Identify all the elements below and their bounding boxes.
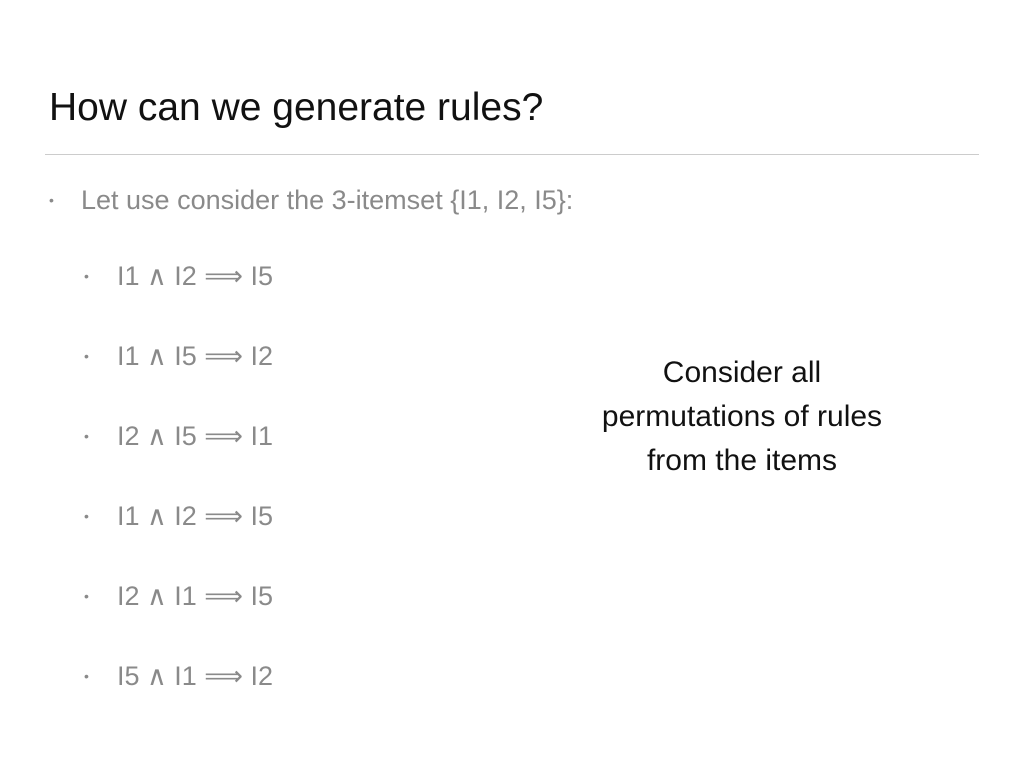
rule-text: I2 ∧ I1 ⟹ I5 xyxy=(117,580,274,611)
bullet-icon: • xyxy=(49,192,54,208)
rule-item: • I1 ∧ I2 ⟹ I5 xyxy=(84,497,273,535)
slide: How can we generate rules? • Let use con… xyxy=(0,0,1024,768)
rule-text: I1 ∧ I5 ⟹ I2 xyxy=(117,340,274,371)
rule-text: I5 ∧ I1 ⟹ I2 xyxy=(117,660,274,691)
rule-text: I2 ∧ I5 ⟹ I1 xyxy=(117,420,274,451)
bullet-icon: • xyxy=(84,508,89,524)
title-divider xyxy=(45,154,979,155)
bullet-icon: • xyxy=(84,588,89,604)
rule-item: • I5 ∧ I1 ⟹ I2 xyxy=(84,657,273,695)
rule-item: • I1 ∧ I2 ⟹ I5 xyxy=(84,257,273,295)
rule-text: I1 ∧ I2 ⟹ I5 xyxy=(117,260,274,291)
intro-bullet: • Let use consider the 3-itemset {I1, I2… xyxy=(49,181,573,219)
rule-item: • I2 ∧ I1 ⟹ I5 xyxy=(84,577,273,615)
intro-bullet-text: Let use consider the 3-itemset {I1, I2, … xyxy=(81,184,574,215)
bullet-icon: • xyxy=(84,428,89,444)
slide-title: How can we generate rules? xyxy=(49,86,544,129)
side-note: Consider all permutations of rules from … xyxy=(601,356,883,477)
bullet-icon: • xyxy=(84,348,89,364)
bullet-icon: • xyxy=(84,668,89,684)
bullet-icon: • xyxy=(84,268,89,284)
rule-item: • I2 ∧ I5 ⟹ I1 xyxy=(84,417,273,455)
rule-text: I1 ∧ I2 ⟹ I5 xyxy=(117,500,274,531)
rule-item: • I1 ∧ I5 ⟹ I2 xyxy=(84,337,273,375)
